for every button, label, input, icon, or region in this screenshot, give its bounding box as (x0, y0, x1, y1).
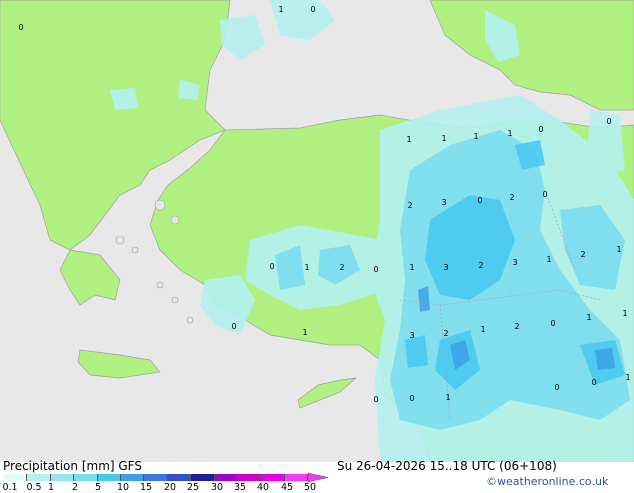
legend-swatch (261, 474, 285, 481)
precip-value-label: 1 (616, 245, 621, 254)
legend-tick-label: 5 (94, 482, 102, 493)
precip-value-label: 0 (231, 322, 236, 331)
precip-value-label: 1 (625, 373, 630, 382)
precip-value-label: 0 (269, 262, 274, 271)
legend-tick-label: 0.5 (26, 482, 42, 493)
precip-value-label: 1 (406, 135, 411, 144)
precip-value-label: 0 (542, 190, 547, 199)
legend-swatch (120, 474, 145, 481)
precip-value-label: 1 (622, 309, 627, 318)
precip-value-label: 0 (18, 23, 23, 32)
legend-swatch (97, 474, 121, 481)
legend-swatch (191, 474, 215, 481)
precip-value-label: 0 (550, 319, 555, 328)
precip-value-label: 0 (373, 265, 378, 274)
precip-value-label: 1 (409, 263, 414, 272)
legend-arrow (308, 473, 329, 482)
legend-tick-label: 45 (280, 482, 294, 493)
legend-tick-label: 1 (47, 482, 55, 493)
legend-swatch (284, 474, 309, 481)
legend-tick-label: 25 (186, 482, 200, 493)
legend-tick-label: 15 (139, 482, 153, 493)
precip-value-label: 0 (477, 196, 482, 205)
precip-value-label: 2 (509, 193, 514, 202)
legend-swatch (4, 474, 28, 481)
precip-value-label: 2 (443, 329, 448, 338)
precip-value-label: 1 (445, 393, 450, 402)
chart-title: Precipitation [mm] GFS (3, 459, 142, 473)
precip-value-label: 1 (480, 325, 485, 334)
valid-time: Su 26-04-2026 15..18 UTC (06+108) (337, 459, 557, 473)
precip-value-label: 2 (580, 250, 585, 259)
precip-value-label: 1 (304, 263, 309, 272)
precip-value-label: 0 (409, 394, 414, 403)
legend-swatch (74, 474, 98, 481)
precip-value-label: 1 (441, 134, 446, 143)
legend-tick-label: 40 (256, 482, 270, 493)
precip-value-label: 0 (310, 5, 315, 14)
precip-value-label: 0 (554, 383, 559, 392)
legend-swatch (144, 474, 168, 481)
precipitation-map: 1 0 0 0 1 1 1 1 0 2 3 0 2 0 0 1 2 0 1 3 2 3 1 2 1 0 1 3 2 1 2 0 1 1 0 0 1 0 0 1 (0, 0, 634, 462)
precip-value-label: 1 (546, 255, 551, 264)
precip-value-label: 3 (443, 263, 448, 272)
legend-tick-label: 2 (71, 482, 79, 493)
precip-value-label: 1 (586, 313, 591, 322)
legend-tick-label: 30 (210, 482, 224, 493)
precip-value-label: 2 (339, 263, 344, 272)
precip-value-label: 0 (606, 117, 611, 126)
legend-color-bar (4, 474, 309, 481)
legend-swatch (27, 474, 51, 481)
legend-swatch (214, 474, 238, 481)
legend-tick-label: 35 (233, 482, 247, 493)
precip-value-label: 1 (507, 129, 512, 138)
precip-value-label: 2 (514, 322, 519, 331)
precip-value-label: 1 (302, 328, 307, 337)
legend-swatch (237, 474, 262, 481)
precip-value-label: 3 (409, 331, 414, 340)
legend-tick-label: 50 (303, 482, 317, 493)
legend-tick-label: 20 (163, 482, 177, 493)
precip-value-label: 0 (373, 395, 378, 404)
legend-swatch (167, 474, 192, 481)
legend-tick-label: 10 (116, 482, 130, 493)
credit[interactable]: ©weatheronline.co.uk (486, 476, 608, 487)
precip-value-label: 2 (478, 261, 483, 270)
legend-tick-label: 0.1 (2, 482, 18, 493)
precip-value-label: 3 (441, 198, 446, 207)
precip-value-label: 0 (538, 125, 543, 134)
legend-swatch (50, 474, 75, 481)
precip-value-label: 1 (473, 132, 478, 141)
precip-value-label: 3 (512, 258, 517, 267)
precip-value-label: 1 (278, 5, 283, 14)
precip-value-label: 2 (407, 201, 412, 210)
precip-value-label: 0 (591, 378, 596, 387)
